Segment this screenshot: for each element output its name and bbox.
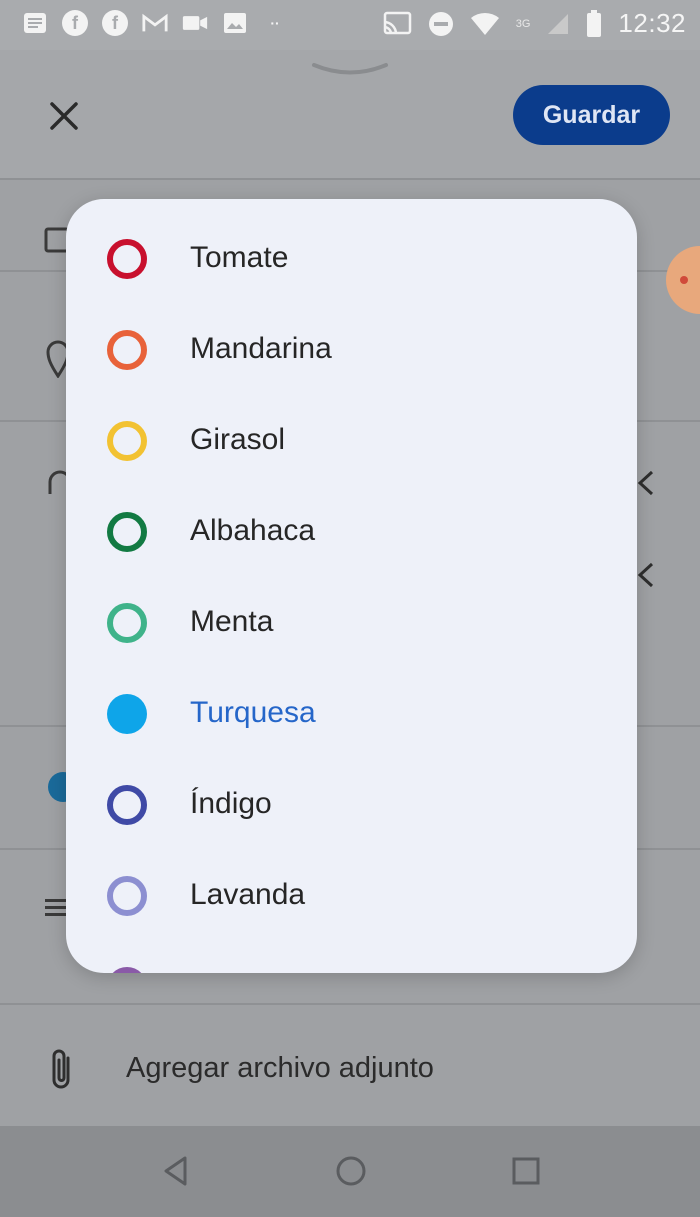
floating-dot-icon	[666, 246, 700, 314]
color-swatch	[107, 876, 147, 916]
video-icon	[182, 10, 208, 36]
color-option-tomate[interactable]: Tomate	[66, 214, 637, 305]
color-label: Mandarina	[190, 332, 332, 365]
color-swatch	[107, 694, 147, 734]
wifi-icon	[470, 12, 499, 35]
divider	[0, 1003, 700, 1005]
clock: 12:32	[618, 8, 686, 38]
back-icon[interactable]	[158, 1153, 194, 1189]
add-attachment-label: Agregar archivo adjunto	[126, 1052, 434, 1084]
facebook-icon: f	[102, 10, 128, 36]
color-label: Girasol	[190, 423, 286, 456]
color-option-lavanda[interactable]: Lavanda	[66, 851, 637, 942]
color-swatch	[107, 330, 147, 370]
paperclip-icon	[52, 1049, 70, 1089]
battery-icon	[587, 9, 602, 37]
network-type: 3G	[515, 17, 531, 30]
cast-icon	[383, 11, 411, 34]
color-swatch	[107, 785, 147, 825]
add-attachment-row[interactable]: Agregar archivo adjunto	[0, 1008, 700, 1126]
color-label: Lavanda	[190, 878, 306, 911]
recents-icon[interactable]	[508, 1153, 544, 1189]
color-option-indigo[interactable]: Índigo	[66, 760, 637, 851]
facebook-icon: f	[62, 10, 88, 36]
notes-icon	[22, 10, 48, 36]
color-label: Menta	[190, 605, 274, 638]
chevron-left-icon[interactable]	[634, 468, 656, 498]
description-icon	[45, 899, 67, 916]
color-option-mandarina[interactable]: Mandarina	[66, 305, 637, 396]
color-option-menta[interactable]: Menta	[66, 578, 637, 669]
chevron-left-icon[interactable]	[634, 560, 656, 590]
color-option-partial[interactable]	[66, 942, 637, 973]
signal-icon	[548, 13, 569, 34]
dnd-icon	[428, 11, 453, 36]
color-label: Turquesa	[190, 696, 316, 729]
more-dots-icon: ··	[270, 15, 280, 31]
home-icon[interactable]	[333, 1153, 369, 1189]
color-label: Tomate	[190, 241, 289, 274]
system-nav-bar	[0, 1126, 700, 1217]
drag-handle-icon[interactable]	[310, 62, 390, 76]
color-swatch	[107, 512, 147, 552]
color-swatch	[107, 603, 147, 643]
status-bar: f f ·· 3G 12:32	[0, 0, 700, 50]
save-button[interactable]: Guardar	[513, 85, 670, 145]
color-option-albahaca[interactable]: Albahaca	[66, 487, 637, 578]
color-swatch	[107, 421, 147, 461]
image-icon	[222, 10, 248, 36]
color-menu: Tomate Mandarina Girasol Albahaca Menta …	[66, 199, 637, 973]
color-swatch-partial	[107, 967, 147, 973]
system-icons: 3G 12:32	[382, 8, 686, 39]
notification-icons: f f ··	[22, 10, 288, 36]
color-swatch	[107, 239, 147, 279]
divider	[0, 178, 700, 180]
color-label: Índigo	[190, 787, 272, 820]
color-label: Albahaca	[190, 514, 316, 547]
close-icon[interactable]	[44, 96, 84, 136]
color-option-turquesa[interactable]: Turquesa	[66, 669, 637, 760]
color-option-girasol[interactable]: Girasol	[66, 396, 637, 487]
gmail-icon	[142, 10, 168, 36]
